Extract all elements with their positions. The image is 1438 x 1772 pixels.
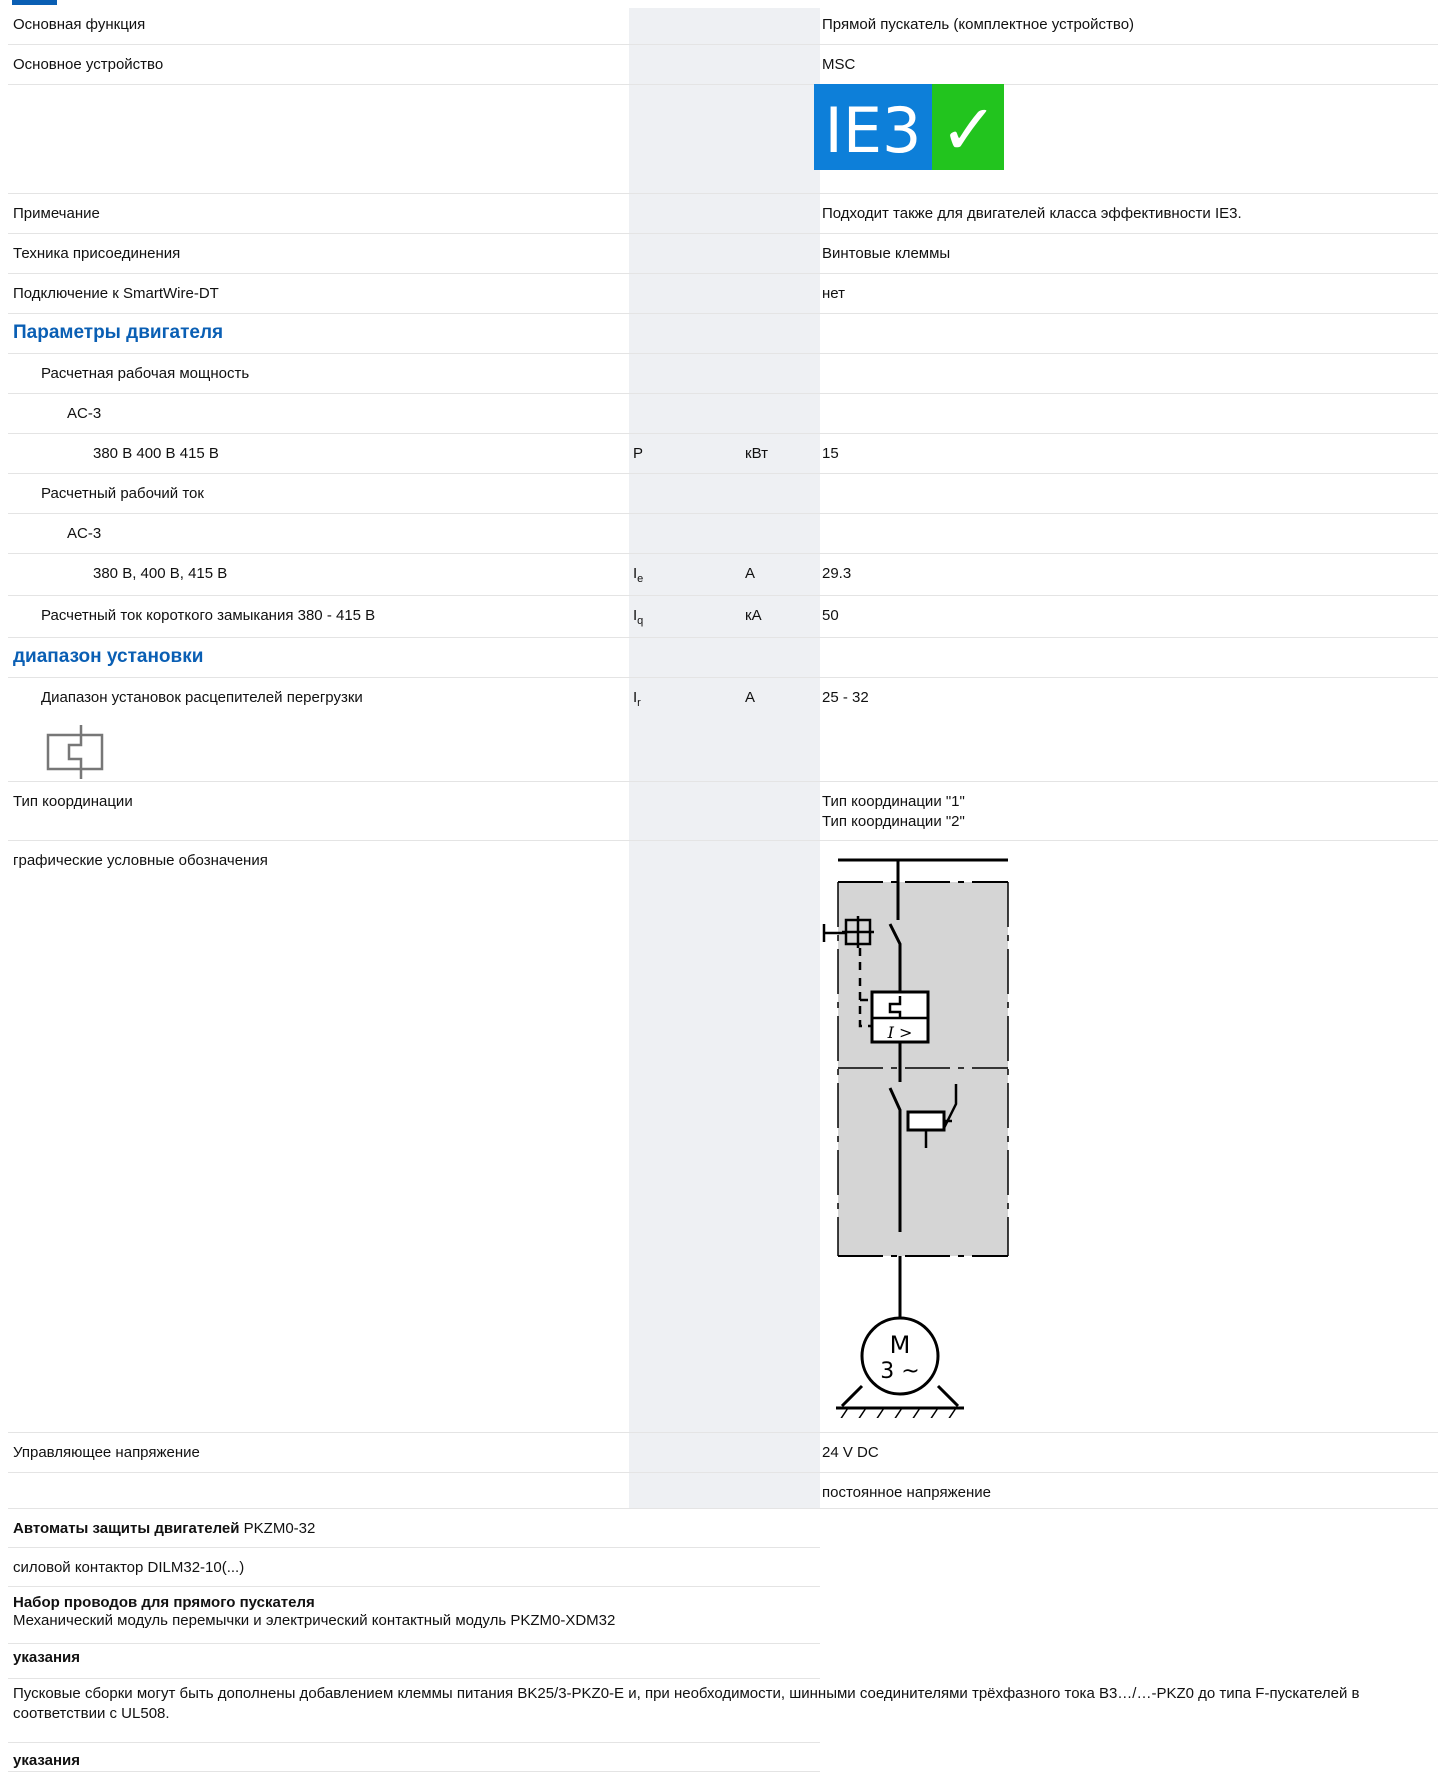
motor-letter: M — [890, 1331, 911, 1359]
label-power-380: 380 В 400 В 415 В — [93, 445, 219, 462]
row-short-circuit: Расчетный ток короткого замыкания 380 - … — [8, 596, 1438, 638]
value-current: 29.3 — [822, 565, 852, 582]
unit-current: A — [745, 565, 756, 582]
row-ac3-current: AC-3 — [8, 514, 1438, 554]
row-dc: постоянное напряжение — [8, 1473, 1438, 1509]
value-control-voltage: 24 V DC — [822, 1444, 879, 1461]
symbol-power: P — [633, 445, 644, 462]
row-main-function: Основная функция Прямой пускатель (компл… — [8, 5, 1438, 45]
row-smartwire: Подключение к SmartWire-DT нет — [8, 274, 1438, 314]
label-current-380: 380 В, 400 В, 415 В — [93, 565, 228, 582]
motor-phase: 3 ~ — [880, 1359, 919, 1384]
value-overload: 25 - 32 — [822, 689, 869, 706]
symbol-short-circuit: Iq — [633, 607, 644, 627]
section-title-motor: Параметры двигателя — [13, 322, 224, 343]
value-power: 15 — [822, 445, 839, 462]
row-ac3-power: AC-3 — [8, 394, 1438, 434]
label-ac3-power: AC-3 — [67, 405, 102, 422]
row-coordination: Тип координации Тип координации "1" Тип … — [8, 782, 1438, 841]
symbol-overload: Ir — [633, 689, 641, 709]
check-icon: ✓ — [940, 89, 999, 170]
label-main-device: Основное устройство — [13, 56, 164, 73]
label-overload-range: Диапазон установок расцепителей перегруз… — [41, 689, 363, 706]
value-main-device: MSC — [822, 56, 856, 73]
value-short-circuit: 50 — [822, 607, 839, 624]
schematic-housing — [838, 882, 1008, 1256]
row-note: Примечание Подходит также для двигателей… — [8, 194, 1438, 234]
ie3-badge-icon: IE3 ✓ — [814, 84, 1004, 170]
value-smartwire: нет — [822, 285, 845, 302]
label-graphic-symbols: графические условные обозначения — [13, 852, 268, 869]
unit-overload: A — [745, 689, 756, 706]
label-control-voltage: Управляющее напряжение — [13, 1444, 200, 1461]
label-rated-power: Расчетная рабочая мощность — [41, 365, 250, 382]
label-note: Примечание — [13, 205, 100, 222]
row-main-device: Основное устройство MSC — [8, 45, 1438, 85]
value-coordination-2: Тип координации "2" — [822, 813, 965, 830]
label-main-function: Основная функция — [13, 16, 146, 33]
value-main-function: Прямой пускатель (комплектное устройство… — [822, 16, 1135, 33]
value-dc: постоянное напряжение — [822, 1484, 991, 1501]
value-coordination-1: Тип координации "1" — [822, 793, 965, 810]
row-connection: Техника присоединения Винтовые клеммы — [8, 234, 1438, 274]
row-graphic-symbols: графические условные обозначения — [8, 841, 1438, 1433]
overload-relay-icon — [46, 725, 104, 779]
row-current-380: 380 В, 400 В, 415 В Ie A 29.3 — [8, 554, 1438, 596]
label-ac3-current: AC-3 — [67, 525, 102, 542]
ie3-badge-text: IE3 — [825, 94, 922, 167]
notes-1-title: указания — [13, 1649, 81, 1666]
value-note: Подходит также для двигателей класса эфф… — [822, 205, 1242, 222]
label-coordination: Тип координации — [13, 793, 133, 810]
breaker-text: PKZM0-32 — [239, 1520, 316, 1537]
component-breaker: Автоматы защиты двигателей PKZM0-32 — [8, 1509, 820, 1548]
row-rated-power: Расчетная рабочая мощность — [8, 354, 1438, 394]
row-rated-current: Расчетный рабочий ток — [8, 474, 1438, 514]
row-control-voltage: Управляющее напряжение 24 V DC — [8, 1433, 1438, 1473]
row-ie3-badge — [8, 85, 1438, 194]
label-rated-current: Расчетный рабочий ток — [41, 485, 204, 502]
notes-1-text: Пусковые сборки могут быть дополнены доб… — [13, 1685, 1360, 1722]
trip-label: I > — [887, 1023, 913, 1042]
unit-power: кВт — [745, 445, 768, 462]
contactor-text: силовой контактор DILM32-10(...) — [13, 1559, 245, 1576]
trip-unit-icon: I > — [870, 990, 930, 1044]
label-short-circuit: Расчетный ток короткого замыкания 380 - … — [41, 607, 376, 624]
value-connection: Винтовые клеммы — [822, 245, 951, 262]
motor-icon: M 3 ~ — [836, 1316, 964, 1418]
notes-2-title: указания — [13, 1752, 81, 1769]
section-motor-parameters: Параметры двигателя — [8, 314, 1438, 354]
row-overload-range: Диапазон установок расцепителей перегруз… — [8, 678, 1438, 782]
component-notes-1: указания — [8, 1644, 820, 1679]
component-notes-2: указания — [8, 1742, 820, 1772]
label-connection: Техника присоединения — [13, 245, 181, 262]
symbol-current: Ie — [633, 565, 644, 585]
row-power-380: 380 В 400 В 415 В P кВт 15 — [8, 434, 1438, 474]
breaker-bold: Автоматы защиты двигателей — [13, 1520, 240, 1537]
wiring-title: Набор проводов для прямого пускателя — [13, 1594, 315, 1611]
section-setting-range: диапазон установки — [8, 638, 1438, 678]
unit-short-circuit: кА — [745, 607, 762, 624]
component-contactor: силовой контактор DILM32-10(...) — [8, 1548, 820, 1587]
wiring-text: Механический модуль перемычки и электрич… — [13, 1612, 616, 1629]
section-title-range: диапазон установки — [13, 646, 204, 667]
label-smartwire: Подключение к SmartWire-DT — [13, 285, 219, 302]
circuit-schematic-diagram: I > M 3 ~ — [822, 858, 1009, 1418]
component-wiring: Набор проводов для прямого пускателя Мех… — [8, 1587, 820, 1644]
